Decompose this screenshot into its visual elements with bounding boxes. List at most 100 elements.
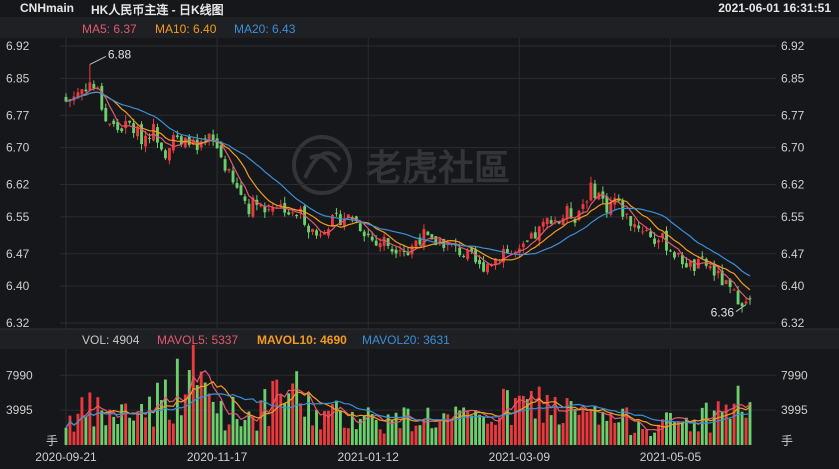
volume-bar (688, 431, 692, 445)
volume-bar (740, 411, 744, 445)
price-tick-right: 6.70 (781, 141, 805, 155)
candle-body (716, 270, 720, 274)
candle-body (529, 233, 533, 239)
volume-bar (263, 389, 267, 445)
volume-bar (669, 412, 672, 445)
volume-bar (486, 423, 489, 445)
volume-bar (414, 425, 418, 445)
datetime-label: 2021-06-01 16:31:51 (718, 1, 831, 15)
candle-body (692, 259, 696, 271)
candle-body (311, 229, 314, 233)
candle-body (374, 240, 378, 246)
candle-body (525, 240, 529, 242)
volume-bar (207, 393, 211, 445)
annotation-label: 6.88 (108, 47, 132, 61)
volume-bar (609, 412, 613, 445)
candle-body (700, 256, 704, 258)
volume-bar (573, 409, 577, 445)
volume-bar (311, 425, 314, 445)
volume-bar (581, 409, 585, 445)
volume-tick-right: 7990 (781, 368, 808, 382)
volume-bar (422, 418, 426, 445)
volume-bar (315, 409, 318, 445)
volume-bar (557, 424, 561, 445)
volume-bar (454, 406, 458, 445)
volume-bar (291, 383, 295, 445)
candle-body (211, 134, 215, 141)
volume-bar (482, 417, 485, 445)
price-tick-left: 6.47 (6, 247, 30, 261)
volume-bar (239, 426, 243, 445)
candle-body (398, 250, 402, 252)
volume-bar (505, 390, 509, 445)
volume-bar (132, 420, 136, 445)
candle-body (287, 212, 291, 215)
candle-body (160, 142, 163, 150)
volume-bar (211, 401, 215, 445)
candle-body (744, 301, 748, 304)
candle-body (128, 120, 132, 123)
candle-body (633, 224, 637, 228)
price-tick-left: 6.92 (6, 39, 30, 53)
volume-bar (199, 371, 203, 445)
x-axis-labels: 2020-09-21 2020-11-17 2021-01-12 2021-03-09… (35, 450, 701, 464)
x-tick-label: 2020-11-17 (187, 450, 248, 464)
volume-bar (227, 424, 231, 445)
candle-body (486, 263, 489, 273)
volume-bar (748, 402, 752, 445)
candle-body (175, 135, 179, 138)
candle-body (625, 213, 629, 215)
ma5-legend: MA5: 6.37 (82, 22, 137, 36)
volume-bar (179, 415, 183, 445)
candle-body (100, 85, 104, 110)
volume-bar (589, 408, 593, 445)
mavol20-legend: MAVOL20: 3631 (362, 333, 450, 347)
candle-body (215, 138, 219, 149)
volume-bar (259, 400, 263, 445)
volume-bar (458, 410, 462, 445)
candle-body (533, 232, 537, 239)
volume-bar (215, 413, 219, 445)
volume-bar (255, 430, 259, 445)
volume-bar (68, 415, 72, 445)
candle-body (589, 182, 593, 201)
volume-bar (195, 385, 199, 445)
volume-bar (430, 428, 434, 445)
volume-bar (438, 420, 442, 445)
candle-body (223, 159, 227, 171)
symbol-label: CNHmain (20, 1, 75, 15)
candle-body (378, 243, 382, 248)
price-tick-left: 6.55 (6, 210, 30, 224)
candle-body (370, 236, 374, 241)
volume-bar (279, 394, 283, 445)
candle-body (736, 290, 740, 305)
candle-body (124, 121, 128, 129)
volume-bar (100, 410, 104, 445)
candle-body (505, 248, 509, 253)
volume-bar (676, 421, 680, 445)
volume-bar (299, 403, 303, 445)
volume-bar (203, 382, 207, 445)
volume-bar (223, 430, 227, 445)
volume-tick-left: 手 (46, 434, 58, 448)
candle-body (549, 220, 553, 224)
volume-bar (334, 400, 338, 445)
volume-bar (537, 386, 541, 445)
candle-body (561, 218, 565, 225)
volume-bar (462, 407, 466, 445)
candlestick-chart[interactable]: 老虎社區 MA5: 6.37 MA10: 6.40 MA20: 6.43 VOL… (0, 17, 839, 469)
candle-body (581, 204, 585, 209)
price-tick-right: 6.32 (781, 316, 805, 330)
y-axis-labels: 6.92 6.92 6.85 6.85 6.77 6.77 6.70 6.70 6.62 6.62… (6, 39, 808, 448)
candle-body (414, 240, 418, 247)
candle-body (629, 216, 633, 226)
header-bar: CNHmain HK人民币主连 - 日K线图 2021-06-01 16:31:… (0, 0, 839, 17)
volume-bar (478, 414, 482, 445)
volume-bar (402, 407, 406, 445)
candle-body (183, 137, 187, 148)
price-tick-right: 6.62 (781, 178, 805, 192)
candle-body (740, 303, 744, 307)
volume-bar (673, 422, 676, 445)
candle-body (462, 255, 466, 257)
candle-body (366, 233, 370, 236)
